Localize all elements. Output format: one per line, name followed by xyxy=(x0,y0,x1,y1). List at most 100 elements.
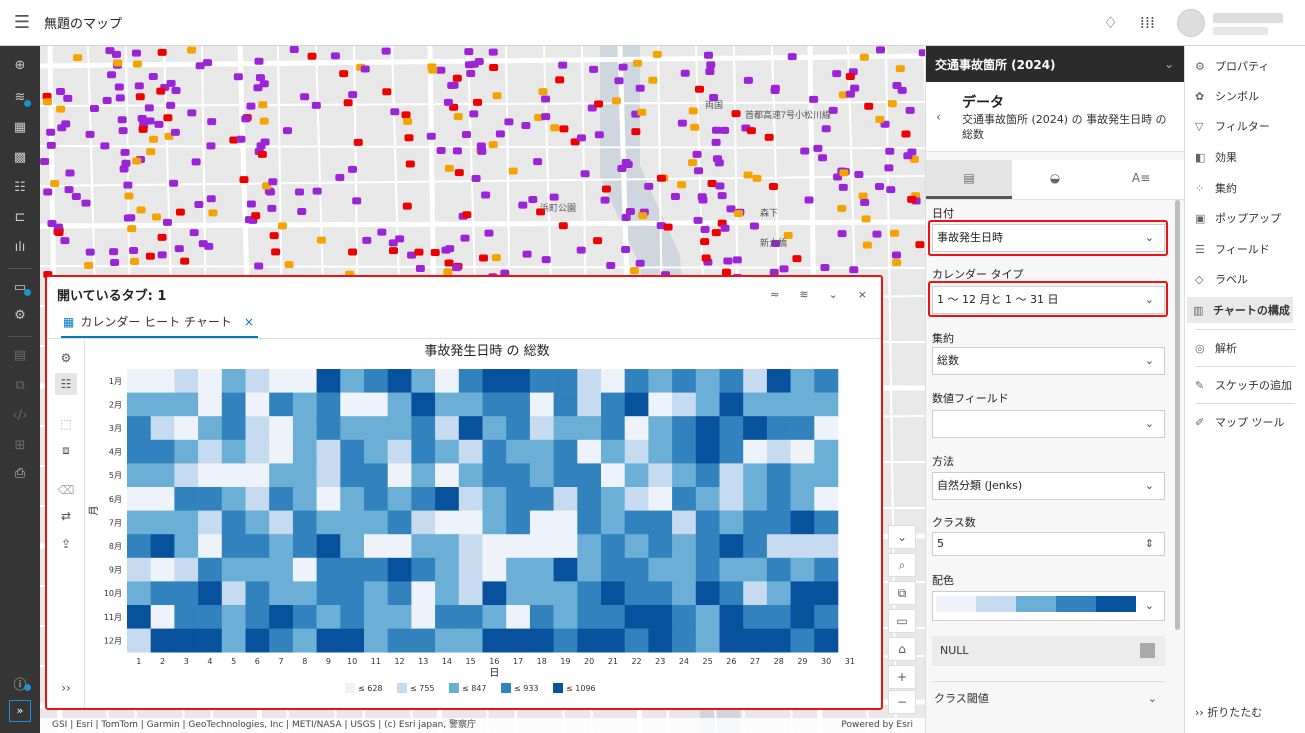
expand-button[interactable]: » xyxy=(9,700,31,722)
switch-selection-icon[interactable]: ⇄ xyxy=(55,505,77,527)
month-tick-label: 3月 xyxy=(109,424,122,433)
collapse-controls-button[interactable]: ⌄ xyxy=(888,525,916,549)
select-by-extent-icon[interactable]: ⬚ xyxy=(55,413,77,435)
tool-sketch[interactable]: ✎ スケッチの追加 xyxy=(1195,377,1292,393)
accident-marker xyxy=(347,165,357,173)
aggregation-select[interactable]: 総数 ⌄ xyxy=(932,347,1165,375)
day-tick-label: 1 xyxy=(136,657,141,666)
tool-fields[interactable]: ☰ フィールド xyxy=(1195,241,1270,257)
app-icon[interactable]: ⊞ xyxy=(0,438,40,453)
embed-icon[interactable]: ‹/› xyxy=(0,408,40,423)
class-thresholds-section[interactable]: クラス閾値 ⌄ xyxy=(932,681,1165,715)
accident-marker xyxy=(138,125,148,133)
clear-selection-icon[interactable]: ⌫ xyxy=(55,479,77,501)
day-tick-label: 3 xyxy=(184,657,189,666)
accident-marker xyxy=(901,130,911,138)
heat-cell xyxy=(458,369,483,393)
tool-map-tools[interactable]: ✐ マップ ツール xyxy=(1195,414,1285,430)
layer-selector[interactable]: 交通事故箇所 (2024) ⌄ xyxy=(926,46,1184,82)
bell-icon[interactable]: ♢ xyxy=(1103,13,1117,32)
day-tick-label: 7 xyxy=(279,657,284,666)
table-icon[interactable]: ▦ xyxy=(0,120,40,135)
tool-chart-config[interactable]: ▥ チャートの構成 xyxy=(1187,297,1293,323)
print-icon[interactable]: ⎙ xyxy=(0,466,40,481)
accident-marker xyxy=(46,128,56,136)
home-icon[interactable]: ⌂ xyxy=(888,637,916,661)
heat-cell xyxy=(624,605,649,629)
layer-list-icon[interactable]: ⧉ xyxy=(888,581,916,605)
info-icon[interactable]: ⓘ xyxy=(0,674,40,693)
tool-aggregation[interactable]: ⁘ 集約 xyxy=(1195,180,1237,196)
save-icon[interactable]: ▤ xyxy=(0,348,40,363)
share-icon[interactable]: ⧉ xyxy=(0,378,40,393)
heat-cell xyxy=(292,557,317,582)
zoom-out-button[interactable]: − xyxy=(888,690,916,714)
heat-cell xyxy=(790,628,815,653)
heat-cell xyxy=(672,628,697,653)
tool-labels[interactable]: ◇ ラベル xyxy=(1195,271,1248,287)
series-tab-icon[interactable]: ◒ xyxy=(1012,160,1098,199)
legend-icon[interactable]: ☷ xyxy=(0,180,40,195)
accident-marker xyxy=(713,155,723,163)
bookmark-icon[interactable]: ⊏ xyxy=(0,210,40,225)
accident-marker xyxy=(845,72,855,80)
heat-chart-icon: ▦ xyxy=(63,314,75,329)
tools-panel: ⚙ プロパティ ✿ シンボル ▽ フィルター ◧ 効果 ⁘ 集約 ▣ ポップアップ ☰ フィー… xyxy=(1184,46,1305,733)
accident-marker xyxy=(84,261,94,269)
numeric-field-select[interactable]: ⌄ xyxy=(932,410,1165,438)
accident-marker xyxy=(452,147,462,155)
collapse-button[interactable]: ›› 折りたたむ xyxy=(1195,704,1262,720)
tool-effects[interactable]: ◧ 効果 xyxy=(1195,149,1237,165)
export-icon[interactable]: ⇪ xyxy=(55,533,77,555)
method-select[interactable]: 自然分類 (Jenks) ⌄ xyxy=(932,472,1165,500)
chart-expand-icon[interactable]: ›› xyxy=(55,677,77,699)
heat-cell xyxy=(174,628,199,653)
zoom-in-button[interactable]: + xyxy=(888,665,916,689)
null-color-row[interactable]: NULL xyxy=(932,636,1165,666)
user-menu[interactable] xyxy=(1177,8,1283,37)
dock-up-icon[interactable]: ≈ xyxy=(770,288,779,301)
chart-legend-icon[interactable]: ☷ xyxy=(55,373,77,395)
tool-analysis[interactable]: ◎ 解析 xyxy=(1195,340,1237,356)
layer-properties-icon[interactable]: ▭ xyxy=(0,280,40,295)
zoom-selection-icon[interactable]: ⧈ xyxy=(55,439,77,461)
settings-icon[interactable]: ⚙ xyxy=(0,308,40,323)
data-tab-icon[interactable]: ▤ xyxy=(926,160,1012,199)
search-icon[interactable]: ⌕ xyxy=(888,553,916,577)
tool-popup[interactable]: ▣ ポップアップ xyxy=(1195,210,1281,226)
accident-marker xyxy=(277,222,287,230)
scrollbar[interactable] xyxy=(1175,200,1180,630)
accident-marker xyxy=(401,111,411,119)
heat-cell xyxy=(458,605,483,629)
tab-close-icon[interactable]: × xyxy=(244,315,254,329)
heat-cell xyxy=(719,392,744,417)
apps-grid-icon[interactable]: ⁞⁞⁞ xyxy=(1140,13,1155,32)
config-tabs: ▤ ◒ A≡ xyxy=(926,160,1184,200)
back-icon[interactable]: ‹ xyxy=(936,110,941,124)
hamburger-icon[interactable]: ☰ xyxy=(0,12,44,33)
class-count-input[interactable]: 5 ⇕ xyxy=(932,532,1165,556)
accident-marker xyxy=(594,100,604,108)
heat-cell xyxy=(364,534,388,559)
format-tab-icon[interactable]: A≡ xyxy=(1098,160,1184,199)
tab-calendar-heat-chart[interactable]: ▦ カレンダー ヒート チャート × xyxy=(61,313,258,338)
accident-marker xyxy=(837,230,847,238)
accident-marker xyxy=(377,228,387,236)
close-icon[interactable]: × xyxy=(858,288,867,301)
screen-icon[interactable]: ▭ xyxy=(888,609,916,633)
layers-icon[interactable]: ≋ xyxy=(0,90,40,105)
basemap-icon[interactable]: ▩ xyxy=(0,150,40,165)
label-icon: ◇ xyxy=(1195,273,1204,286)
tool-filter[interactable]: ▽ フィルター xyxy=(1195,118,1270,134)
accident-marker xyxy=(720,126,730,134)
heat-cell xyxy=(695,439,720,464)
tool-symbol[interactable]: ✿ シンボル xyxy=(1195,88,1259,104)
heat-cell xyxy=(719,369,744,393)
tool-properties[interactable]: ⚙ プロパティ xyxy=(1195,58,1269,74)
charts-icon[interactable]: ılı xyxy=(0,240,40,255)
chart-settings-icon[interactable]: ⚙ xyxy=(55,347,77,369)
dock-down-icon[interactable]: ≋ xyxy=(799,288,808,301)
legend-label: ≤ 1096 xyxy=(566,684,596,693)
minimize-icon[interactable]: ⌄ xyxy=(829,288,838,301)
add-icon[interactable]: ⊕ xyxy=(0,58,40,73)
